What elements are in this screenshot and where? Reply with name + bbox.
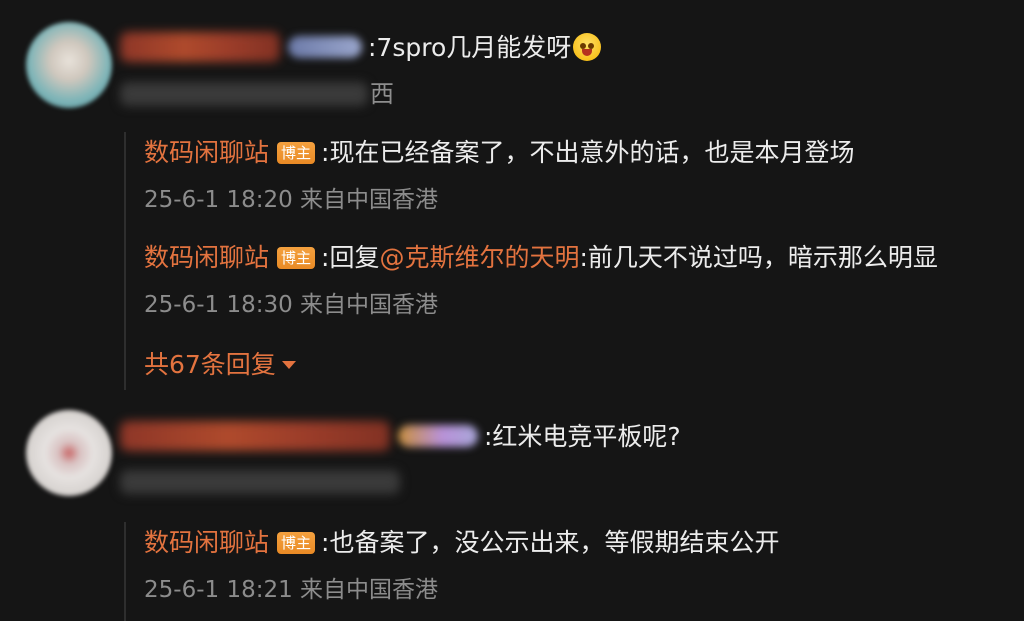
- mention-link[interactable]: @克斯维尔的天明: [379, 243, 579, 272]
- reply-thread-line: [124, 132, 126, 390]
- reply-author[interactable]: 数码闲聊站: [144, 528, 269, 557]
- more-replies-label: 共67条回复: [144, 350, 276, 379]
- reply-text: :前几天不说过吗，暗示那么明显: [579, 243, 938, 272]
- screaming-face-icon: [573, 33, 602, 61]
- reply-meta: 25-6-1 18:30 来自中国香港: [144, 292, 439, 318]
- comment-body: :7spro几月能发呀: [368, 33, 572, 62]
- comment-text: :红米电竞平板呢?: [484, 422, 681, 451]
- blogger-badge: 博主: [277, 247, 316, 269]
- avatar[interactable]: [26, 410, 112, 496]
- reply-author[interactable]: 数码闲聊站: [144, 138, 269, 167]
- reply-text: :现在已经备案了，不出意外的话，也是本月登场: [321, 138, 855, 167]
- reply-item: 数码闲聊站 博主:也备案了，没公示出来，等假期结束公开: [144, 528, 779, 558]
- reply-text: :也备案了，没公示出来，等假期结束公开: [321, 528, 780, 557]
- reply-thread-line: [124, 522, 126, 621]
- reply-prefix: :回复: [321, 243, 380, 272]
- reply-author[interactable]: 数码闲聊站: [144, 243, 269, 272]
- reply-meta: 25-6-1 18:21 来自中国香港: [144, 577, 439, 603]
- blurred-username[interactable]: [120, 32, 280, 62]
- comment-thread-page: :7spro几月能发呀 西 数码闲聊站 博主:现在已经备案了，不出意外的话，也是本…: [0, 0, 1024, 621]
- reply-item: 数码闲聊站 博主:回复@克斯维尔的天明:前几天不说过吗，暗示那么明显: [144, 243, 938, 273]
- caret-down-icon: [281, 361, 296, 369]
- blogger-badge: 博主: [277, 532, 316, 554]
- blurred-user-badge: [288, 36, 362, 58]
- reply-item: 数码闲聊站 博主:现在已经备案了，不出意外的话，也是本月登场: [144, 138, 854, 168]
- user-info-tail: 西: [370, 80, 394, 108]
- blurred-username[interactable]: [120, 421, 390, 451]
- blurred-user-badge: [398, 425, 478, 447]
- blogger-badge: 博主: [277, 142, 316, 164]
- more-replies-link[interactable]: 共67条回复: [144, 350, 296, 380]
- blurred-user-info: [120, 82, 368, 106]
- avatar[interactable]: [26, 22, 112, 108]
- reply-meta: 25-6-1 18:20 来自中国香港: [144, 187, 439, 213]
- comment-text: :7spro几月能发呀: [368, 33, 602, 63]
- blurred-user-info: [120, 470, 400, 494]
